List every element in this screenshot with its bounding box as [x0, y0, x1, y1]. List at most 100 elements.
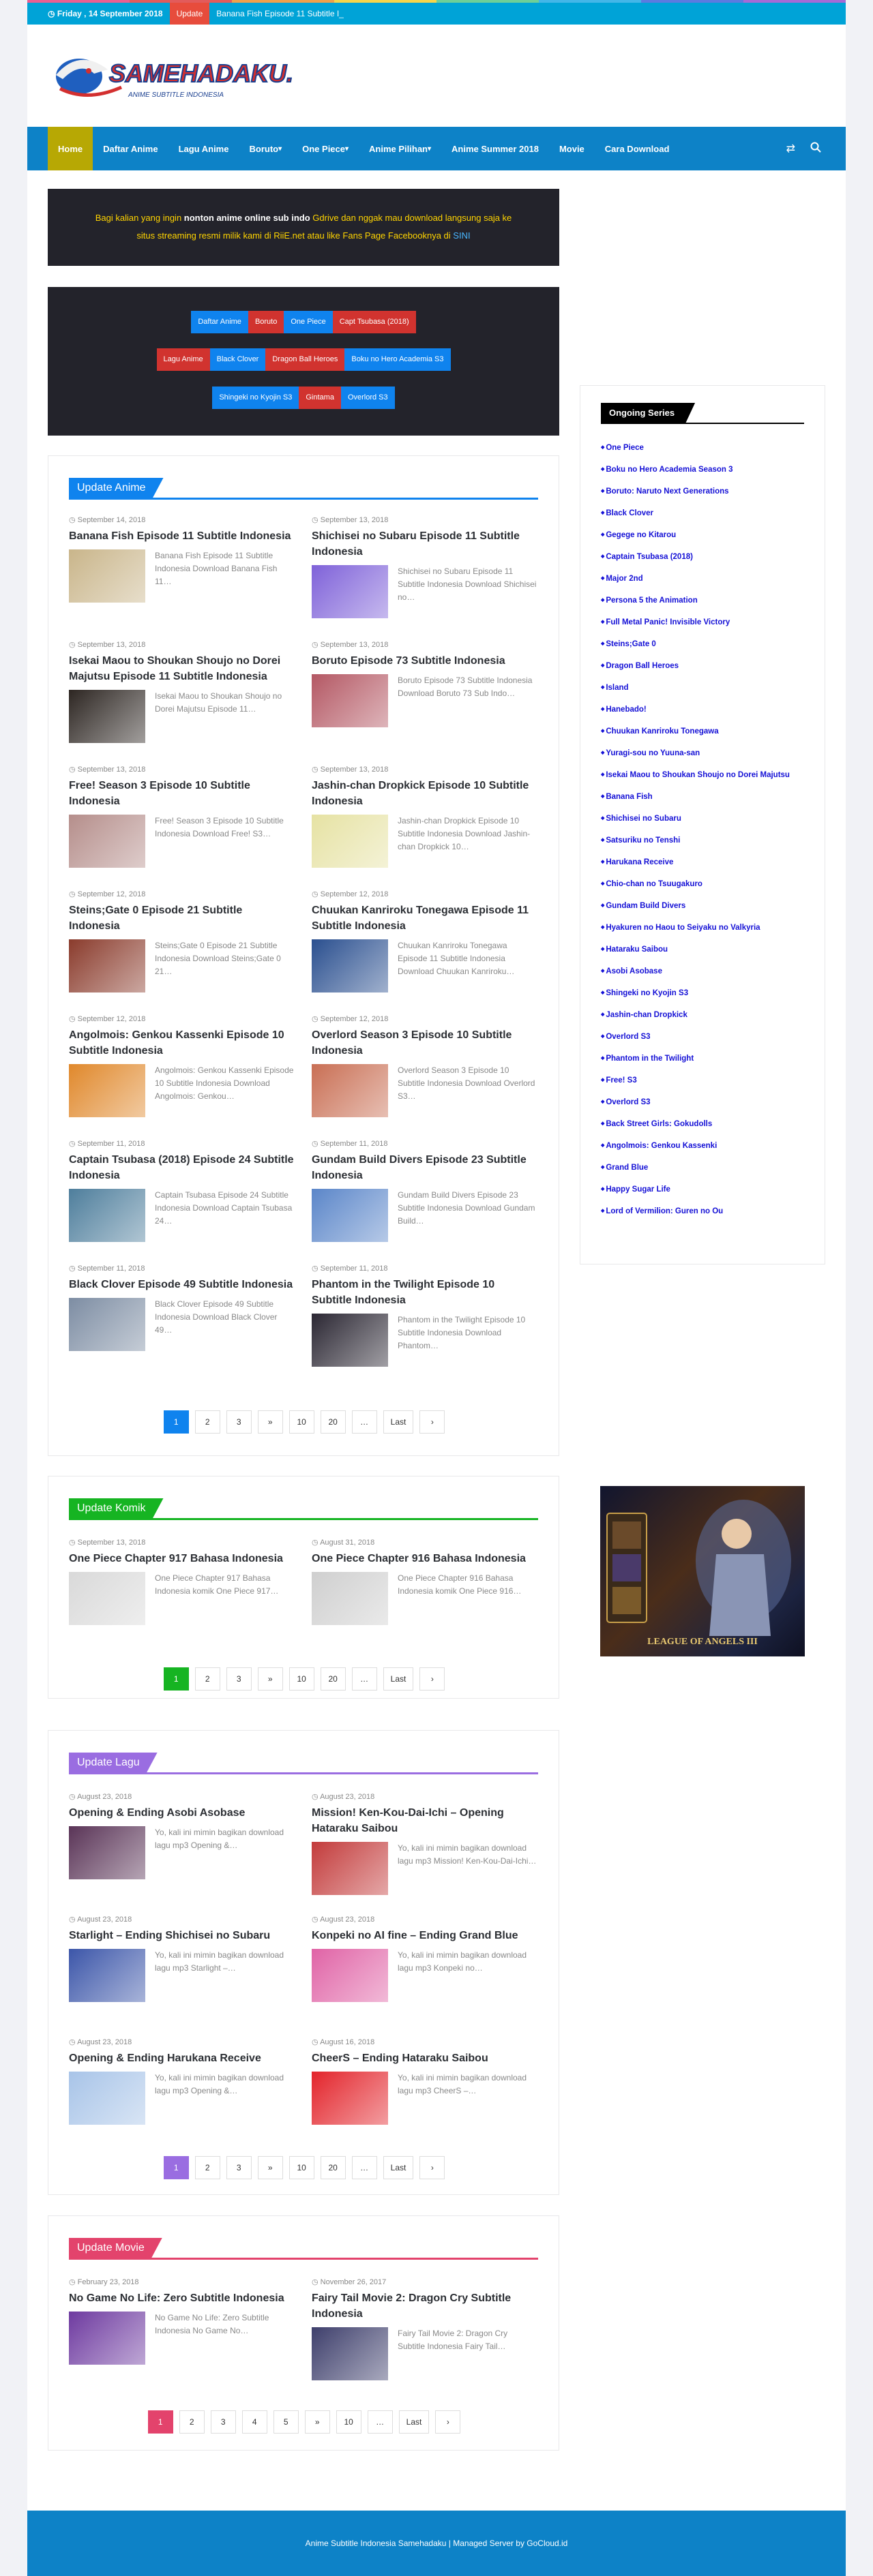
page-link[interactable]: 2	[194, 2156, 220, 2179]
page-link[interactable]: 20	[320, 2156, 346, 2179]
page-link[interactable]: …	[351, 1410, 377, 1434]
nav-item-one-piece[interactable]: One Piece ▾	[292, 127, 359, 170]
post-card[interactable]: September 13, 2018 Boruto Episode 73 Subt…	[312, 640, 537, 727]
post-thumbnail[interactable]	[312, 1949, 388, 2002]
sidebar-item[interactable]: Boruto: Naruto Next Generations	[601, 481, 812, 502]
sidebar-item[interactable]: Phantom in the Twilight	[601, 1048, 812, 1070]
page-link[interactable]: 3	[226, 1667, 252, 1691]
nav-item-anime-summer-2018[interactable]: Anime Summer 2018	[441, 127, 549, 170]
sidebar-item[interactable]: Island	[601, 677, 812, 699]
quick-link-button[interactable]: Daftar Anime	[191, 311, 248, 333]
site-logo[interactable]: SAMEHADAKU.TV ANIME SUBTITLE INDONESIA	[46, 34, 327, 109]
post-title[interactable]: Overlord Season 3 Episode 10 Subtitle In…	[312, 1027, 537, 1059]
post-card[interactable]: September 11, 2018 Black Clover Episode 4…	[69, 1264, 294, 1351]
post-title[interactable]: Steins;Gate 0 Episode 21 Subtitle Indone…	[69, 903, 294, 934]
sidebar-item[interactable]: Persona 5 the Animation	[601, 590, 812, 611]
post-title[interactable]: Free! Season 3 Episode 10 Subtitle Indon…	[69, 778, 294, 809]
post-title[interactable]: One Piece Chapter 917 Bahasa Indonesia	[69, 1551, 294, 1566]
post-card[interactable]: September 13, 2018 Shichisei no Subaru Ep…	[312, 515, 537, 618]
post-thumbnail[interactable]	[312, 939, 388, 992]
quick-link-button[interactable]: Overlord S3	[340, 387, 395, 409]
page-link[interactable]: 2	[194, 1667, 220, 1691]
post-card[interactable]: September 13, 2018 One Piece Chapter 917 …	[69, 1538, 294, 1625]
post-card[interactable]: September 12, 2018 Angolmois: Genkou Kass…	[69, 1014, 294, 1117]
notice-link[interactable]: SINI	[453, 230, 470, 241]
post-thumbnail[interactable]	[69, 2312, 145, 2365]
nav-item-anime-pilihan[interactable]: Anime Pilihan ▾	[359, 127, 441, 170]
page-link[interactable]: 4	[241, 2410, 267, 2434]
page-link[interactable]: …	[351, 2156, 377, 2179]
post-thumbnail[interactable]	[312, 1842, 388, 1895]
nav-item-boruto[interactable]: Boruto ▾	[239, 127, 292, 170]
page-link[interactable]: Last	[383, 1667, 414, 1691]
quick-link-button[interactable]: Capt Tsubasa (2018)	[332, 311, 416, 333]
post-title[interactable]: Opening & Ending Harukana Receive	[69, 2050, 294, 2066]
page-link[interactable]: ›	[419, 1667, 445, 1691]
nav-item-movie[interactable]: Movie	[549, 127, 595, 170]
page-link[interactable]: 3	[226, 1410, 252, 1434]
page-link[interactable]: 3	[226, 2156, 252, 2179]
quick-link-button[interactable]: Dragon Ball Heroes	[265, 348, 345, 371]
sidebar-item[interactable]: Gundam Build Divers	[601, 895, 812, 917]
page-link[interactable]: »	[257, 2156, 283, 2179]
sidebar-item[interactable]: Hanebado!	[601, 699, 812, 721]
sidebar-item[interactable]: Gegege no Kitarou	[601, 524, 812, 546]
post-card[interactable]: August 23, 2018 Opening & Ending Harukana…	[69, 2037, 294, 2125]
post-card[interactable]: September 12, 2018 Chuukan Kanriroku Tone…	[312, 890, 537, 992]
post-title[interactable]: No Game No Life: Zero Subtitle Indonesia	[69, 2290, 294, 2306]
post-title[interactable]: Gundam Build Divers Episode 23 Subtitle …	[312, 1152, 537, 1183]
post-thumbnail[interactable]	[312, 815, 388, 868]
post-thumbnail[interactable]	[69, 1064, 145, 1117]
post-thumbnail[interactable]	[69, 549, 145, 603]
sidebar-item[interactable]: Captain Tsubasa (2018)	[601, 546, 812, 568]
post-title[interactable]: Phantom in the Twilight Episode 10 Subti…	[312, 1277, 537, 1308]
post-card[interactable]: August 23, 2018 Mission! Ken-Kou-Dai-Ichi…	[312, 1792, 537, 1895]
page-link[interactable]: »	[257, 1667, 283, 1691]
sidebar-item[interactable]: Isekai Maou to Shoukan Shoujo no Dorei M…	[601, 764, 812, 786]
post-card[interactable]: November 26, 2017 Fairy Tail Movie 2: Dra…	[312, 2277, 537, 2380]
nav-item-daftar-anime[interactable]: Daftar Anime	[93, 127, 168, 170]
post-thumbnail[interactable]	[69, 1949, 145, 2002]
sidebar-item[interactable]: Dragon Ball Heroes	[601, 655, 812, 677]
sidebar-item[interactable]: Hataraku Saibou	[601, 939, 812, 960]
post-title[interactable]: Konpeki no AI fine – Ending Grand Blue	[312, 1928, 537, 1943]
page-link[interactable]: ›	[419, 1410, 445, 1434]
sidebar-item[interactable]: Harukana Receive	[601, 851, 812, 873]
post-thumbnail[interactable]	[69, 1826, 145, 1879]
post-thumbnail[interactable]	[312, 1064, 388, 1117]
sidebar-item[interactable]: Major 2nd	[601, 568, 812, 590]
post-card[interactable]: September 11, 2018 Gundam Build Divers Ep…	[312, 1139, 537, 1242]
sidebar-item[interactable]: Full Metal Panic! Invisible Victory	[601, 611, 812, 633]
post-card[interactable]: August 31, 2018 One Piece Chapter 916 Bah…	[312, 1538, 537, 1625]
post-card[interactable]: February 23, 2018 No Game No Life: Zero S…	[69, 2277, 294, 2365]
quick-link-button[interactable]: Boku no Hero Academia S3	[344, 348, 451, 371]
page-link[interactable]: 1	[163, 1410, 189, 1434]
post-thumbnail[interactable]	[312, 2072, 388, 2125]
search-icon[interactable]	[810, 142, 821, 156]
nav-item-cara-download[interactable]: Cara Download	[595, 127, 680, 170]
sidebar-item[interactable]: Chio-chan no Tsuugakuro	[601, 873, 812, 895]
sidebar-item[interactable]: Satsuriku no Tenshi	[601, 830, 812, 851]
post-thumbnail[interactable]	[312, 1189, 388, 1242]
post-title[interactable]: CheerS – Ending Hataraku Saibou	[312, 2050, 537, 2066]
page-link[interactable]: 10	[288, 1667, 314, 1691]
post-title[interactable]: Angolmois: Genkou Kassenki Episode 10 Su…	[69, 1027, 294, 1059]
post-title[interactable]: Isekai Maou to Shoukan Shoujo no Dorei M…	[69, 653, 294, 684]
post-card[interactable]: September 11, 2018 Captain Tsubasa (2018)…	[69, 1139, 294, 1242]
sidebar-item[interactable]: Lord of Vermilion: Guren no Ou	[601, 1200, 812, 1222]
post-title[interactable]: Starlight – Ending Shichisei no Subaru	[69, 1928, 294, 1943]
post-title[interactable]: Banana Fish Episode 11 Subtitle Indonesi…	[69, 528, 294, 544]
post-thumbnail[interactable]	[312, 1572, 388, 1625]
post-thumbnail[interactable]	[69, 690, 145, 743]
page-link[interactable]: »	[257, 1410, 283, 1434]
post-card[interactable]: September 11, 2018 Phantom in the Twiligh…	[312, 1264, 537, 1367]
nav-item-home[interactable]: Home	[48, 127, 93, 170]
sidebar-item[interactable]: Angolmois: Genkou Kassenki	[601, 1135, 812, 1157]
post-title[interactable]: Chuukan Kanriroku Tonegawa Episode 11 Su…	[312, 903, 537, 934]
sidebar-item[interactable]: Boku no Hero Academia Season 3	[601, 459, 812, 481]
sidebar-item[interactable]: Hyakuren no Haou to Seiyaku no Valkyria	[601, 917, 812, 939]
sidebar-item[interactable]: Free! S3	[601, 1070, 812, 1091]
page-link[interactable]: Last	[398, 2410, 430, 2434]
sidebar-item[interactable]: Overlord S3	[601, 1026, 812, 1048]
post-thumbnail[interactable]	[312, 2327, 388, 2380]
